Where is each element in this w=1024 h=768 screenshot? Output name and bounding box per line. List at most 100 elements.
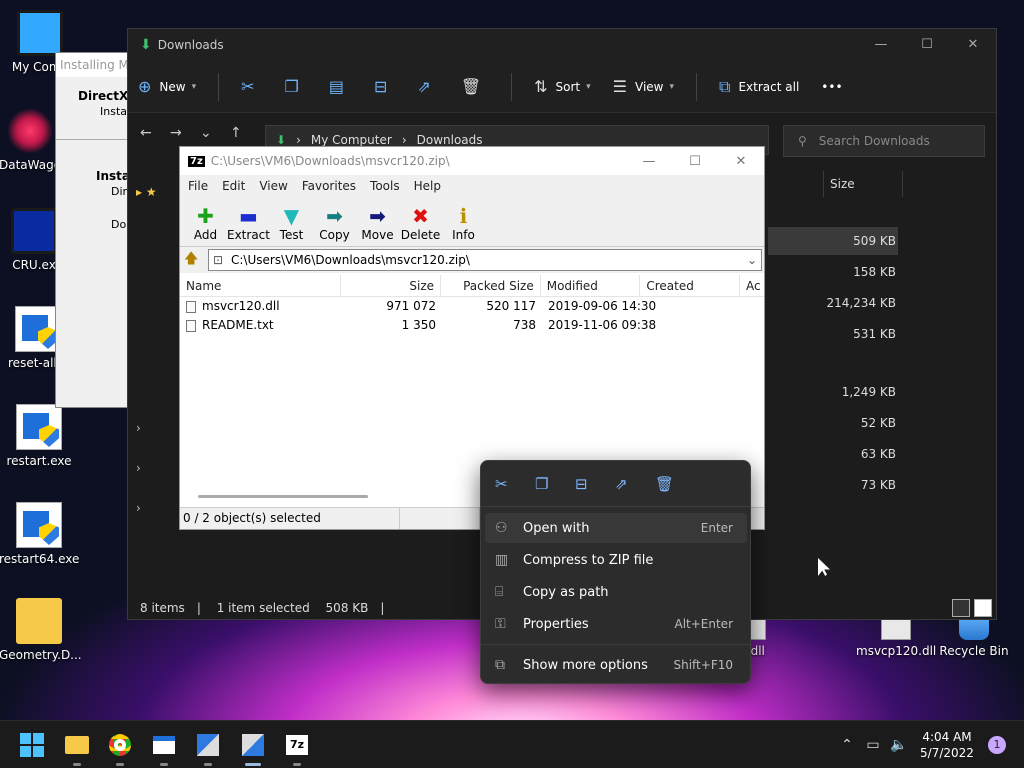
file-row-size[interactable]: 1,249 KB xyxy=(768,378,898,406)
file-row-size[interactable]: 73 KB xyxy=(768,471,898,499)
row-modified: 2019-11-06 09:38 xyxy=(548,318,657,332)
file-row-size[interactable]: 158 KB xyxy=(768,258,898,286)
notification-badge[interactable]: 1 xyxy=(988,736,1006,754)
path-text: C:\Users\VM6\Downloads\msvcr120.zip\ xyxy=(231,253,470,267)
maximize-button[interactable]: ☐ xyxy=(672,147,718,175)
share-button[interactable]: ⇗ xyxy=(417,77,438,96)
sevenzip-titlebar[interactable]: 7z C:\Users\VM6\Downloads\msvcr120.zip\ … xyxy=(180,147,764,175)
sevenzip-taskbar[interactable]: 7z xyxy=(281,729,313,766)
col-created[interactable]: Created xyxy=(640,275,741,296)
add-button[interactable]: ✚ Add xyxy=(184,204,227,242)
installer-taskbar[interactable] xyxy=(192,729,224,766)
move-button[interactable]: ➡ Move xyxy=(356,204,399,242)
col-name[interactable]: Name xyxy=(180,275,342,296)
extract-button[interactable]: ▬ Extract xyxy=(227,204,270,242)
delete-button[interactable]: ✖ Delete xyxy=(399,204,442,242)
details-view-icon[interactable] xyxy=(952,599,970,617)
cut-button[interactable]: ✂ xyxy=(241,77,262,96)
copy-button[interactable]: ➡ Copy xyxy=(313,204,356,242)
breadcrumb-downloads[interactable]: Downloads xyxy=(417,133,483,147)
menu-view[interactable]: View xyxy=(259,179,287,193)
table-row[interactable]: README.txt 1 350 738 2019-11-06 09:38 xyxy=(180,316,764,335)
delete-button[interactable]: 🗑 xyxy=(461,77,489,96)
minimize-button[interactable]: — xyxy=(626,147,672,175)
star-icon[interactable]: ▸ ★ xyxy=(136,185,157,199)
app-window-taskbar[interactable] xyxy=(148,729,180,766)
menu-item-properties[interactable]: ⚿ Properties Alt+Enter xyxy=(485,609,747,639)
menu-item-open-with[interactable]: ⚇ Open with Enter xyxy=(485,513,747,543)
computer-icon[interactable]: › xyxy=(136,461,141,475)
info-button[interactable]: ℹ Info xyxy=(442,204,485,242)
installer-window[interactable]: Installing Mi DirectX S Install Instal D… xyxy=(55,52,135,408)
row-packed: 738 xyxy=(513,318,536,332)
menu-file[interactable]: File xyxy=(188,179,208,193)
sort-button[interactable]: ⇅ Sort ▾ xyxy=(534,77,591,96)
menu-favorites[interactable]: Favorites xyxy=(302,179,356,193)
scissors-icon[interactable]: ✂ xyxy=(495,475,535,493)
menu-item-copy-as-path[interactable]: ⌸ Copy as path xyxy=(485,577,747,607)
explorer-titlebar[interactable]: ⬇ Downloads — ☐ ✕ xyxy=(128,29,996,61)
desktop-icon-geometry[interactable]: Geometry.D... xyxy=(0,598,82,662)
chrome-taskbar[interactable] xyxy=(104,729,136,766)
context-quick-actions: ✂ ❐ ⊟ ⇗ 🗑 xyxy=(481,461,750,507)
back-arrow-icon[interactable]: ← xyxy=(140,125,170,141)
file-row-size[interactable]: 509 KB xyxy=(768,227,898,255)
menu-edit[interactable]: Edit xyxy=(222,179,245,193)
menu-item-show-more-options[interactable]: ⧉ Show more options Shift+F10 xyxy=(485,650,747,680)
rename-button[interactable]: ⊟ xyxy=(374,77,395,96)
more-button[interactable]: ••• xyxy=(821,80,842,94)
copy-icon[interactable]: ❐ xyxy=(535,475,575,493)
menu-item-compress-zip[interactable]: ▥ Compress to ZIP file xyxy=(485,545,747,575)
table-row[interactable]: msvcr120.dll 971 072 520 117 2019-09-06 … xyxy=(180,297,764,316)
file-explorer-taskbar[interactable] xyxy=(61,729,93,766)
chevron-up-icon[interactable]: ⌃ xyxy=(834,737,860,753)
file-row-size[interactable]: 214,234 KB xyxy=(768,289,898,317)
menu-help[interactable]: Help xyxy=(414,179,441,193)
file-row-size[interactable]: 52 KB xyxy=(768,409,898,437)
close-button[interactable]: ✕ xyxy=(718,147,764,175)
tiles-view-icon[interactable] xyxy=(974,599,992,617)
setup-taskbar[interactable] xyxy=(237,729,269,766)
new-button[interactable]: ⊕ New ▾ xyxy=(138,77,196,96)
paste-button[interactable]: ▤ xyxy=(329,77,352,96)
col-size[interactable]: Size xyxy=(341,275,442,296)
rename-icon[interactable]: ⊟ xyxy=(575,475,615,493)
network-icon[interactable]: › xyxy=(136,501,141,515)
sevenzip-path-input[interactable]: C:\Users\VM6\Downloads\msvcr120.zip\ ⌄ xyxy=(208,249,762,271)
volume-icon[interactable]: 🔈 xyxy=(886,737,912,753)
breadcrumb-my-computer[interactable]: My Computer xyxy=(311,133,392,147)
network-icon[interactable]: ▭ xyxy=(860,737,886,753)
chevron-down-icon[interactable]: ⌄ xyxy=(747,250,757,270)
clock[interactable]: 4:04 AM 5/7/2022 xyxy=(912,729,982,761)
exe-icon xyxy=(16,502,62,548)
col-accessed[interactable]: Ac xyxy=(740,275,764,296)
onedrive-icon[interactable]: › xyxy=(136,421,141,435)
start-button[interactable] xyxy=(16,729,48,761)
chevron-down-icon: ▾ xyxy=(191,81,197,92)
chevron-right-icon: › xyxy=(401,133,407,147)
file-row-size[interactable]: 531 KB xyxy=(768,320,898,348)
view-button[interactable]: ☰ View ▾ xyxy=(613,77,674,96)
col-modified[interactable]: Modified xyxy=(541,275,641,296)
search-input[interactable]: ⚲ Search Downloads xyxy=(783,125,985,157)
extract-all-button[interactable]: ⧉ Extract all xyxy=(719,77,799,97)
size-column-header[interactable]: Size xyxy=(823,171,903,197)
trash-icon[interactable]: 🗑 xyxy=(655,475,695,493)
desktop-icon-restart64[interactable]: restart64.exe xyxy=(0,502,79,566)
maximize-button[interactable]: ☐ xyxy=(904,29,950,59)
close-button[interactable]: ✕ xyxy=(950,29,996,59)
share-icon[interactable]: ⇗ xyxy=(615,475,655,493)
minimize-button[interactable]: — xyxy=(858,29,904,59)
clock-time: 4:04 AM xyxy=(922,730,972,744)
menu-tools[interactable]: Tools xyxy=(370,179,400,193)
forward-arrow-icon[interactable]: → xyxy=(170,125,200,141)
col-packed-size[interactable]: Packed Size xyxy=(441,275,541,296)
up-arrow-icon[interactable]: ↑ xyxy=(230,125,260,141)
chevron-down-icon[interactable]: ⌄ xyxy=(200,125,230,141)
horizontal-scrollbar[interactable] xyxy=(198,495,368,498)
folder-up-icon[interactable]: 🡅 xyxy=(184,248,208,272)
file-row-size[interactable]: 63 KB xyxy=(768,440,898,468)
copy-button[interactable]: ❐ xyxy=(285,77,307,96)
test-button[interactable]: ▼ Test xyxy=(270,204,313,242)
desktop-icon-restart[interactable]: restart.exe xyxy=(0,404,79,468)
